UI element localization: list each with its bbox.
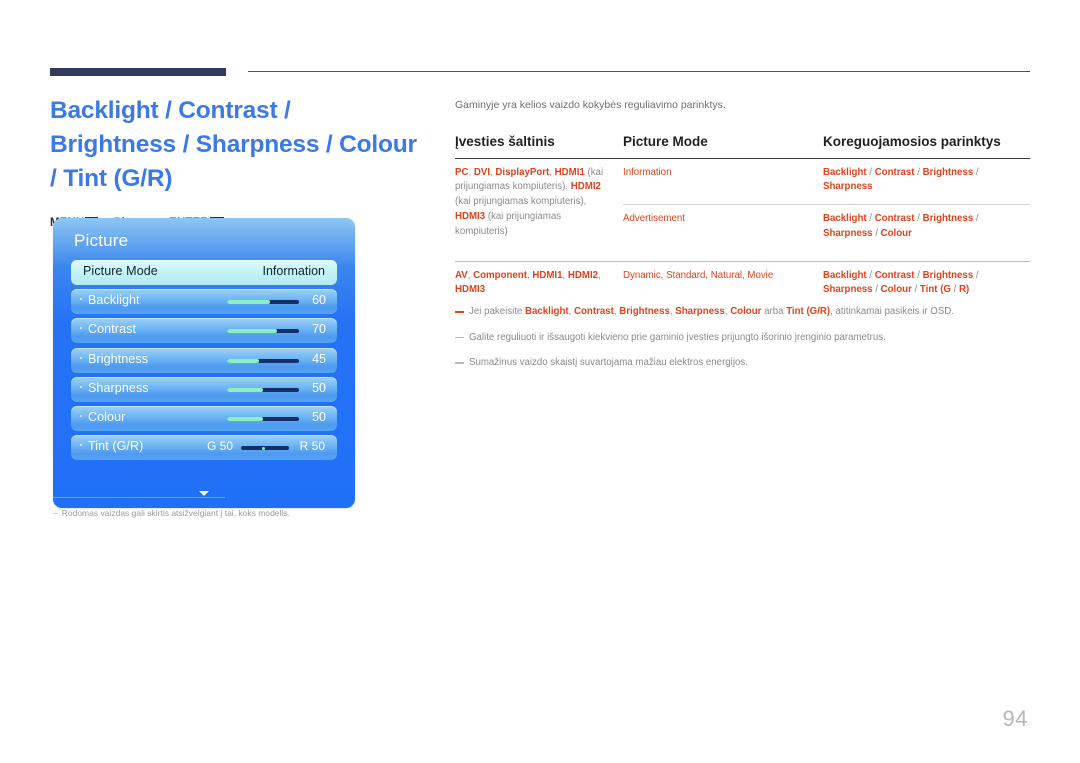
- note-item: Jei pakeisite Backlight, Contrast, Brigh…: [455, 305, 1030, 320]
- table-header-row: Įvesties šaltinis Picture Mode Koreguoja…: [455, 134, 1030, 159]
- osd-slider-colour[interactable]: [227, 416, 299, 421]
- table-header: Įvesties šaltinis Picture Mode Koreguoja…: [455, 134, 1030, 159]
- osd-panel-title: Picture: [74, 231, 129, 250]
- cell-options: Backlight / Contrast / Brightness / Shar…: [823, 204, 1030, 251]
- header-rule-thin: [248, 71, 1030, 73]
- intro-text: Gaminyje yra kelios vaizdo kokybės regul…: [455, 99, 726, 111]
- osd-note-dash: –: [53, 508, 58, 518]
- cell-source: PC, DVI, DisplayPort, HDMI1 (kai prijung…: [455, 166, 604, 237]
- osd-note-text: Rodomas vaizdas gali skirtis atsižvelgia…: [61, 508, 290, 518]
- cell-options: Backlight / Contrast / Brightness / Shar…: [823, 166, 979, 193]
- osd-label-sharpness: Sharpness: [88, 380, 149, 395]
- osd-bullet-icon: [80, 327, 82, 330]
- note-item: Sumažinus vaizdo skaistį suvartojama maž…: [455, 356, 1030, 371]
- osd-tint-green-value: G 50: [206, 439, 233, 454]
- osd-slider-fill: [227, 387, 263, 392]
- osd-slider-fill: [227, 358, 260, 363]
- osd-value-contrast: 70: [312, 322, 326, 337]
- osd-label-brightness: Brightness: [88, 351, 149, 366]
- osd-value-sharpness: 50: [312, 380, 326, 395]
- right-column: Gaminyje yra kelios vaizdo kokybės regul…: [455, 98, 1030, 308]
- osd-row-backlight[interactable]: Backlight 60: [71, 289, 337, 315]
- osd-note: – Rodomas vaizdas gali skirtis atsižvelgi…: [53, 508, 383, 520]
- cell-mode: Advertisement: [623, 204, 823, 251]
- osd-tint-red-value: R 50: [299, 439, 325, 454]
- osd-value-picture-mode: Information: [262, 264, 325, 278]
- osd-bullet-icon: [80, 298, 82, 301]
- osd-label-tint: Tint (G/R): [88, 439, 144, 454]
- osd-row-colour[interactable]: Colour 50: [71, 405, 337, 431]
- header-rule-thick: [50, 68, 226, 76]
- osd-row-picture-mode[interactable]: Picture Mode Information: [71, 260, 337, 285]
- table-header-mode: Picture Mode: [623, 133, 708, 149]
- manual-page: Backlight / Contrast / Brightness / Shar…: [0, 0, 1080, 763]
- osd-row-sharpness[interactable]: Sharpness 50: [71, 376, 337, 402]
- note-item: Galite reguliuoti ir išsaugoti kiekvieno…: [455, 331, 1030, 346]
- cell-mode: Dynamic, Standard, Natural, Movie: [623, 260, 823, 308]
- osd-row-tint[interactable]: Tint (G/R) G 50 R 50: [71, 435, 337, 461]
- osd-slider-fill: [227, 300, 271, 305]
- table-body: PC, DVI, DisplayPort, HDMI1 (kai prijung…: [455, 158, 1030, 308]
- osd-slider-tint[interactable]: [241, 446, 289, 451]
- osd-value-backlight: 60: [312, 293, 326, 308]
- osd-note-rule: [53, 497, 225, 499]
- osd-bullet-icon: [80, 414, 82, 417]
- osd-slider-sharpness[interactable]: [227, 387, 299, 392]
- osd-row-contrast[interactable]: Contrast 70: [71, 318, 337, 344]
- osd-panel: Picture Picture Mode Information Backlig…: [53, 218, 355, 508]
- osd-label-backlight: Backlight: [88, 293, 140, 308]
- picture-mode-table: Įvesties šaltinis Picture Mode Koreguoja…: [455, 134, 1030, 308]
- osd-tint-handle: [262, 446, 265, 450]
- table-row: AV, Component, HDMI1, HDMI2, HDMI3 Dynam…: [455, 260, 1030, 308]
- cell-mode: Information: [623, 166, 672, 178]
- osd-bullet-icon: [80, 385, 82, 388]
- osd-value-colour: 50: [312, 409, 326, 424]
- osd-label-contrast: Contrast: [88, 322, 137, 337]
- cell-source: AV, Component, HDMI1, HDMI2, HDMI3: [455, 260, 623, 308]
- cell-options: Backlight / Contrast / Brightness / Shar…: [823, 260, 1030, 308]
- chevron-down-icon[interactable]: [199, 491, 209, 496]
- osd-slider-contrast[interactable]: [227, 329, 299, 334]
- osd-value-brightness: 45: [312, 351, 326, 366]
- table-row: PC, DVI, DisplayPort, HDMI1 (kai prijung…: [455, 158, 1030, 237]
- notes-list: Jei pakeisite Backlight, Contrast, Brigh…: [455, 305, 1030, 382]
- osd-slider-fill: [227, 329, 278, 334]
- page-title: Backlight / Contrast / Brightness / Shar…: [50, 97, 417, 192]
- osd-row-list: Picture Mode Information Backlight 60 Co…: [71, 260, 337, 464]
- osd-label-picture-mode: Picture Mode: [83, 264, 158, 278]
- table-spacer-row: [455, 251, 1030, 262]
- table-header-source: Įvesties šaltinis: [455, 133, 555, 149]
- osd-slider-fill: [227, 416, 263, 421]
- page-number: 94: [1002, 706, 1028, 731]
- osd-slider-backlight[interactable]: [227, 300, 299, 305]
- osd-label-colour: Colour: [88, 409, 126, 424]
- osd-bullet-icon: [80, 356, 82, 359]
- table-header-options: Koreguojamosios parinktys: [823, 133, 1001, 149]
- osd-row-brightness[interactable]: Brightness 45: [71, 347, 337, 373]
- osd-slider-brightness[interactable]: [227, 358, 299, 363]
- left-column: Backlight / Contrast / Brightness / Shar…: [50, 94, 420, 229]
- osd-bullet-icon: [80, 444, 82, 447]
